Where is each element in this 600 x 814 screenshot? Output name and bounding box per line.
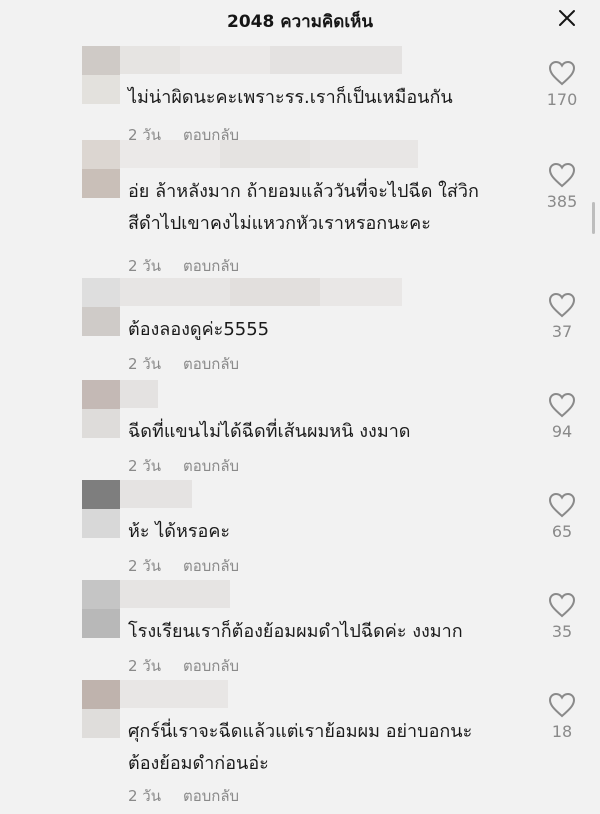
comment-time: 2 วัน (128, 787, 161, 805)
comment-text: อ่ย ล้าหลังมาก ถ้ายอมแล้ววันที่จะไปฉีด ใ… (128, 181, 479, 234)
close-icon[interactable] (558, 9, 576, 27)
like-count: 35 (551, 622, 573, 641)
heart-icon (548, 592, 576, 618)
like-count: 94 (551, 422, 573, 441)
avatar[interactable] (82, 140, 120, 198)
username-blurred[interactable] (120, 380, 158, 408)
avatar[interactable] (82, 580, 120, 638)
username-blurred[interactable] (120, 46, 402, 74)
avatar[interactable] (82, 46, 120, 104)
comment-meta: 2 วัน ตอบกลับ (128, 654, 239, 678)
like-button[interactable]: 37 (540, 292, 584, 341)
heart-icon (548, 162, 576, 188)
like-button[interactable]: 35 (540, 592, 584, 641)
heart-icon (548, 692, 576, 718)
comment-time: 2 วัน (128, 257, 161, 275)
username-blurred[interactable] (120, 278, 402, 306)
username-blurred[interactable] (120, 680, 228, 708)
comment-time: 2 วัน (128, 657, 161, 675)
heart-icon (548, 60, 576, 86)
comment-meta: 2 วัน ตอบกลับ (128, 454, 239, 478)
heart-icon (548, 492, 576, 518)
avatar[interactable] (82, 480, 120, 538)
heart-icon (548, 292, 576, 318)
comment-text: ศุกร์นี่เราจะฉีดแล้วแต่เราย้อมผม อย่าบอก… (128, 721, 473, 774)
comment-meta: 2 วัน ตอบกลับ (128, 554, 239, 578)
avatar[interactable] (82, 278, 120, 336)
comment-meta: 2 วัน ตอบกลับ (128, 254, 239, 278)
reply-button[interactable]: ตอบกลับ (183, 355, 239, 373)
like-count: 385 (546, 192, 578, 211)
reply-button[interactable]: ตอบกลับ (183, 557, 239, 575)
like-count: 65 (551, 522, 573, 541)
like-count: 170 (546, 90, 578, 109)
avatar[interactable] (82, 380, 120, 438)
reply-button[interactable]: ตอบกลับ (183, 787, 239, 805)
comments-header: 2048 ความคิดเห็น (0, 0, 600, 38)
comment-meta: 2 วัน ตอบกลับ (128, 352, 239, 376)
like-count: 18 (551, 722, 573, 741)
reply-button[interactable]: ตอบกลับ (183, 657, 239, 675)
comment-text: ไม่น่าผิดนะคะเพราะรร.เราก็เป็นเหมือนกัน (128, 87, 453, 108)
comment-text: โรงเรียนเราก็ต้องย้อมผมดำไปฉีดค่ะ งงมาก (128, 621, 463, 642)
like-button[interactable]: 385 (540, 162, 584, 211)
like-count: 37 (551, 322, 573, 341)
comment-text: ต้องลองดูค่ะ5555 (128, 319, 270, 340)
comment-text: ห้ะ ได้หรอคะ (128, 521, 231, 542)
comment-time: 2 วัน (128, 457, 161, 475)
scrollbar[interactable] (592, 202, 595, 234)
like-button[interactable]: 94 (540, 392, 584, 441)
username-blurred[interactable] (120, 140, 418, 168)
reply-button[interactable]: ตอบกลับ (183, 457, 239, 475)
comment-time: 2 วัน (128, 557, 161, 575)
username-blurred[interactable] (120, 480, 192, 508)
comment-meta: 2 วัน ตอบกลับ (128, 784, 239, 808)
heart-icon (548, 392, 576, 418)
comments-count-title: 2048 ความคิดเห็น (227, 12, 373, 32)
comment-text: ฉีดที่แขนไม่ได้ฉีดที่เส้นผมหนิ งงมาด (128, 421, 411, 442)
like-button[interactable]: 65 (540, 492, 584, 541)
like-button[interactable]: 170 (540, 60, 584, 109)
reply-button[interactable]: ตอบกลับ (183, 257, 239, 275)
avatar[interactable] (82, 680, 120, 738)
like-button[interactable]: 18 (540, 692, 584, 741)
username-blurred[interactable] (120, 580, 230, 608)
comment-time: 2 วัน (128, 355, 161, 373)
